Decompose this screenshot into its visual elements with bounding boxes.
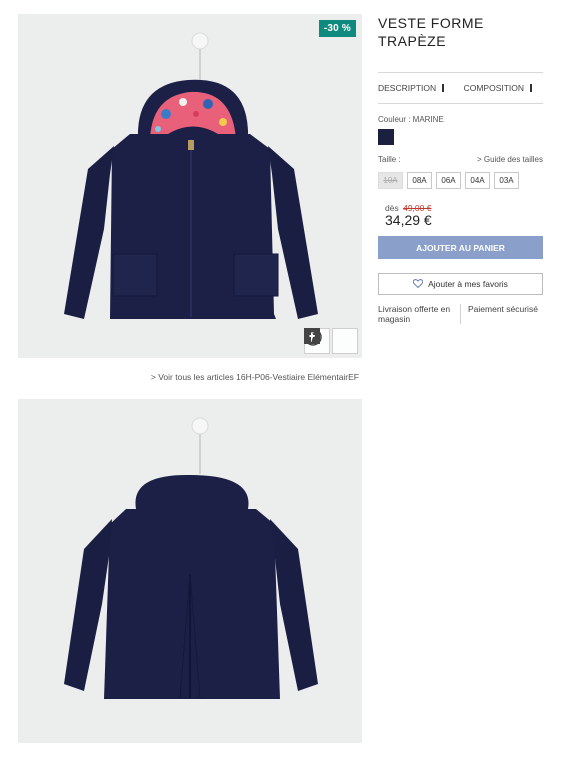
tab-description[interactable]: Description — [378, 83, 444, 93]
tab-toggle-icon — [530, 84, 532, 92]
add-to-cart-button[interactable]: Ajouter au panier — [378, 236, 543, 259]
see-all-articles-link[interactable]: > Voir tous les articles 16H-P06-Vestiai… — [18, 372, 359, 382]
size-label: Taille : — [378, 155, 401, 164]
service-info: Livraison offerte en magasin Paiement sé… — [378, 304, 543, 324]
product-details-panel: VESTE FORME TRAPÈZE Description Composit… — [378, 14, 543, 324]
color-label: Couleur : MARINE — [378, 115, 444, 124]
jacket-front-illustration — [64, 32, 318, 319]
size-option-06a[interactable]: 06A — [436, 172, 461, 189]
tab-composition-label: Composition — [463, 83, 525, 93]
size-options: 10A 08A 06A 04A 03A — [378, 172, 543, 189]
divider — [378, 103, 543, 104]
color-swatch-marine[interactable] — [378, 129, 394, 145]
add-to-favorites-button[interactable]: Ajouter à mes favoris — [378, 273, 543, 295]
share-buttons — [304, 328, 358, 354]
product-photo-back[interactable] — [18, 399, 362, 743]
info-tabs: Description Composition — [378, 73, 543, 103]
jacket-back-illustration — [64, 417, 318, 699]
discount-badge: -30 % — [318, 20, 356, 37]
free-delivery-info: Livraison offerte en magasin — [378, 304, 451, 324]
size-option-10a[interactable]: 10A — [378, 172, 403, 189]
size-option-03a[interactable]: 03A — [494, 172, 519, 189]
size-option-04a[interactable]: 04A — [465, 172, 490, 189]
size-option-08a[interactable]: 08A — [407, 172, 432, 189]
product-title: VESTE FORME TRAPÈZE — [378, 15, 484, 49]
current-price: 34,29 € — [385, 212, 432, 228]
tab-description-label: Description — [378, 83, 437, 93]
pinterest-share-button[interactable] — [304, 328, 358, 354]
price-block: dès 49,00 € 34,29 € — [385, 203, 543, 228]
tab-toggle-icon — [442, 84, 444, 92]
size-header: Taille : > Guide des tailles — [378, 155, 543, 164]
size-guide-link[interactable]: > Guide des tailles — [477, 155, 543, 164]
add-to-favorites-label: Ajouter à mes favoris — [428, 279, 508, 289]
product-photo-front[interactable]: -30 % — [18, 14, 362, 358]
secure-payment-info: Paiement sécurisé — [460, 304, 543, 324]
heart-icon — [412, 278, 424, 290]
tab-composition[interactable]: Composition — [464, 83, 532, 93]
